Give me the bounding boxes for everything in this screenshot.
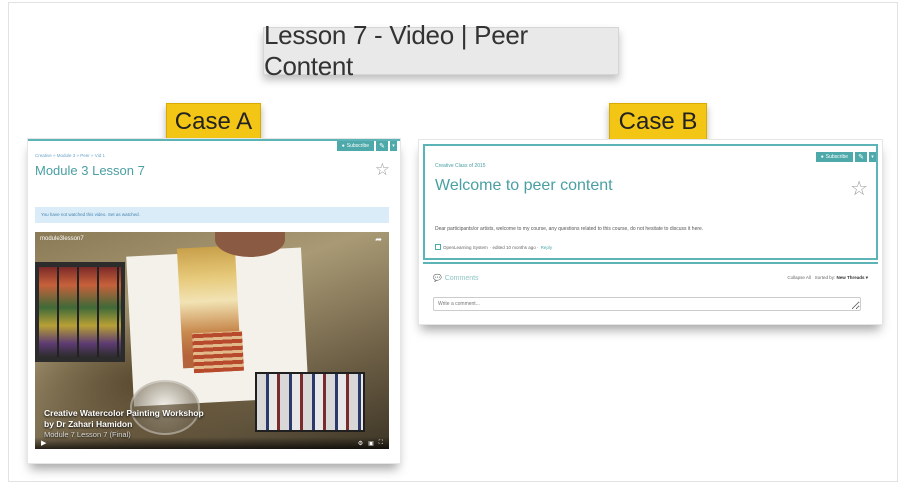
comments-title: Comments [444, 274, 479, 282]
video-control-icons: ⚙ ▣ ⛶ [358, 440, 383, 447]
star-icon[interactable]: ☆ [375, 160, 390, 180]
comments-controls: Collapse All Sorted by: New Threads ▾ [787, 275, 868, 281]
post-meta: OpenLearning System · edited 10 months a… [435, 244, 552, 250]
comments-icon: 💬 [433, 275, 442, 282]
comments-section: 💬 Comments Collapse All Sorted by: New T… [423, 262, 878, 326]
star-icon[interactable]: ☆ [850, 176, 868, 201]
edited-time: · edited 10 months ago · [489, 244, 539, 250]
comments-header: 💬 Comments [433, 274, 479, 283]
sort-dropdown[interactable]: New Threads ▾ [836, 275, 868, 280]
subscribe-button[interactable]: ● Subscribe [336, 141, 374, 151]
peer-content-card: ● Subscribe ✎ ▾ Creative Class of 2015 W… [423, 144, 878, 260]
case-b-panel: ● Subscribe ✎ ▾ Creative Class of 2015 W… [418, 139, 883, 325]
fullscreen-icon[interactable]: ⛶ [379, 440, 383, 447]
content-title: Welcome to peer content [435, 177, 613, 194]
dropdown-button[interactable]: ▾ [390, 141, 397, 151]
sort-label: Sorted by: [814, 275, 836, 280]
caret-down-icon: ▾ [392, 143, 395, 149]
reply-link[interactable]: Reply [541, 245, 553, 250]
video-painting-bricks [191, 330, 245, 374]
breadcrumb[interactable]: Creative » Module 3 » Peer » Vid 1 [35, 153, 105, 158]
edit-button[interactable]: ✎ [855, 152, 867, 162]
toolbar: ● Subscribe ✎ ▾ [815, 152, 876, 162]
play-icon[interactable]: ▶ [41, 439, 46, 447]
subscribe-label: Subscribe [346, 143, 369, 149]
subscribe-label: Subscribe [825, 154, 848, 160]
page-title: Lesson 7 - Video | Peer Content [263, 20, 619, 81]
share-icon[interactable]: ➦ [375, 235, 382, 244]
settings-icon[interactable]: ⚙ [358, 440, 363, 447]
dropdown-button[interactable]: ▾ [869, 152, 876, 162]
pencil-icon: ✎ [858, 154, 864, 161]
video-caption-author: by Dr Zahari Hamidon [44, 419, 133, 429]
video-controls: ▶ ⚙ ▣ ⛶ [35, 437, 389, 449]
module-title: Module 3 Lesson 7 [35, 163, 145, 178]
video-paint-tubes [255, 372, 365, 432]
author-avatar-icon [435, 244, 441, 250]
collapse-all-button[interactable]: Collapse All [787, 275, 811, 280]
caret-down-icon: ▾ [871, 154, 874, 160]
subscribe-button[interactable]: ● Subscribe [815, 152, 853, 162]
content-body: Dear participants/or artists, welcome to… [435, 226, 704, 232]
case-b-tag: Case B [609, 103, 707, 141]
rss-icon: ● [341, 143, 345, 149]
case-a-tag: Case A [166, 103, 261, 141]
watched-alert[interactable]: You have not watched this video. Set as … [35, 207, 389, 223]
video-title-label: module3lesson7 [40, 236, 84, 242]
video-caption-title: Creative Watercolor Painting Workshop [44, 408, 204, 418]
pencil-icon: ✎ [379, 143, 385, 150]
youtube-icon[interactable]: ▣ [368, 440, 374, 447]
edit-button[interactable]: ✎ [376, 141, 388, 151]
toolbar: ● Subscribe ✎ ▾ [336, 141, 397, 151]
video-palette-cells [39, 267, 121, 357]
rss-icon: ● [820, 154, 824, 160]
author-name[interactable]: OpenLearning System [443, 245, 488, 250]
video-player[interactable]: module3lesson7 ➦ Creative Watercolor Pai… [35, 232, 389, 449]
comment-input[interactable] [433, 297, 861, 311]
case-a-panel: ● Subscribe ✎ ▾ Creative » Module 3 » Pe… [27, 138, 401, 464]
class-label[interactable]: Creative Class of 2015 [435, 163, 486, 169]
